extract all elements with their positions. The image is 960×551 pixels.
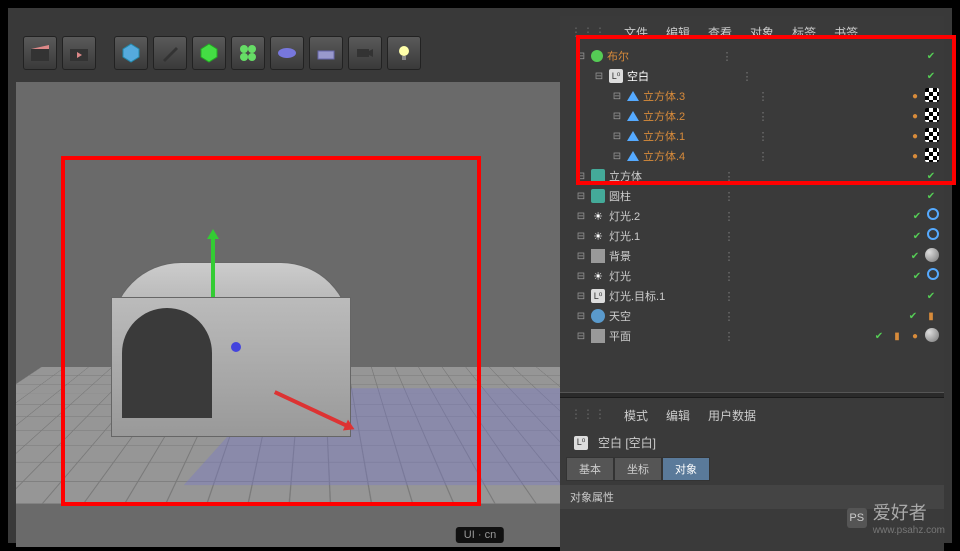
watermark-url: www.psahz.com [873,525,945,536]
tree-label: 布尔 [607,48,717,64]
panel-menubar: ⋮⋮⋮ 文件 编辑 查看 对象 标签 书签 [570,21,934,43]
tree-label: 天空 [609,308,719,324]
visibility-dots[interactable]: ⋮ [719,310,739,323]
tree-row[interactable]: ⊟立方体.1⋮● [565,126,939,146]
visibility-dots[interactable]: ⋮ [737,70,757,83]
tree-row[interactable]: ⊟☀灯光.2⋮✔ [565,206,939,226]
z-axis-gizmo[interactable] [231,342,241,352]
watermark: PS 爱好者 www.psahz.com [847,499,945,536]
tree-label: 灯光.2 [609,208,719,224]
visibility-dots[interactable]: ⋮ [719,190,739,203]
tree-label: 立方体.2 [643,108,753,124]
tree-label: 灯光.1 [609,228,719,244]
tree-row[interactable]: ⊟☀灯光⋮✔ [565,266,939,286]
tree-label: 立方体.3 [643,88,753,104]
tree-row[interactable]: ⊟L⁰空白⋮✔ [565,66,939,86]
attr-title: L⁰ 空白 [空白] [560,430,944,455]
floor-tool-icon[interactable] [309,36,343,70]
camera-tool-icon[interactable] [348,36,382,70]
tree-row[interactable]: ⊟圆柱⋮✔ [565,186,939,206]
tree-row[interactable]: ⊟立方体⋮✔ [565,166,939,186]
tree-row[interactable]: ⊟立方体.3⋮● [565,86,939,106]
visibility-dots[interactable]: ⋮ [719,230,739,243]
main-toolbar [23,36,421,70]
nurbs-tool-icon[interactable] [192,36,226,70]
visibility-dots[interactable]: ⋮ [753,110,773,123]
tree-row[interactable]: ⊟立方体.4⋮● [565,146,939,166]
menu-edit[interactable]: 编辑 [666,24,690,41]
watermark-text: 爱好者 [873,499,945,525]
tree-label: 立方体 [609,168,719,184]
visibility-dots[interactable]: ⋮ [719,170,739,183]
tab-coord[interactable]: 坐标 [614,457,662,481]
tree-row[interactable]: ⊟平面⋮✔▮● [565,326,939,346]
visibility-dots[interactable]: ⋮ [719,250,739,263]
tree-label: 圆柱 [609,188,719,204]
menu-bookmark[interactable]: 书签 [834,24,858,41]
attr-mode[interactable]: 模式 [624,407,648,424]
tree-row[interactable]: ⊟☀灯光.1⋮✔ [565,226,939,246]
deformer-tool-icon[interactable] [270,36,304,70]
visibility-dots[interactable]: ⋮ [753,150,773,163]
menu-object[interactable]: 对象 [750,24,774,41]
attr-edit[interactable]: 编辑 [666,407,690,424]
tree-row[interactable]: ⊟天空⋮✔▮ [565,306,939,326]
tree-label: 立方体.1 [643,128,753,144]
tree-label: 空白 [627,68,737,84]
cube-tool-icon[interactable] [114,36,148,70]
tree-row[interactable]: ⊟L⁰灯光.目标.1⋮✔ [565,286,939,306]
menu-file[interactable]: 文件 [624,24,648,41]
visibility-dots[interactable]: ⋮ [719,210,739,223]
tree-label: 灯光.目标.1 [609,288,719,304]
tree-label: 平面 [609,328,719,344]
ps-logo-icon: PS [847,508,867,528]
ui-cn-badge: UI · cn [456,527,504,543]
visibility-dots[interactable]: ⋮ [753,90,773,103]
menu-tag[interactable]: 标签 [792,24,816,41]
attr-menubar: ⋮⋮⋮ 模式 编辑 用户数据 [560,401,944,430]
light-tool-icon[interactable] [387,36,421,70]
pen-tool-icon[interactable] [153,36,187,70]
attr-tabs: 基本 坐标 对象 [560,455,944,483]
tree-row[interactable]: ⊟布尔⋮✔ [565,46,939,66]
tree-label: 灯光 [609,268,719,284]
array-tool-icon[interactable] [231,36,265,70]
tree-label: 立方体.4 [643,148,753,164]
tree-label: 背景 [609,248,719,264]
y-axis-gizmo[interactable] [211,237,215,297]
3d-viewport[interactable] [16,82,576,547]
object-tree[interactable]: ⊟布尔⋮✔⊟L⁰空白⋮✔⊟立方体.3⋮●⊟立方体.2⋮●⊟立方体.1⋮●⊟立方体… [565,46,939,346]
attr-title-text: 空白 [空白] [598,434,656,451]
visibility-dots[interactable]: ⋮ [719,290,739,303]
panel-divider[interactable] [560,392,944,398]
visibility-dots[interactable]: ⋮ [719,270,739,283]
clapper-icon[interactable] [23,36,57,70]
attr-userdata[interactable]: 用户数据 [708,407,756,424]
visibility-dots[interactable]: ⋮ [717,50,737,63]
tab-basic[interactable]: 基本 [566,457,614,481]
clapper-play-icon[interactable] [62,36,96,70]
object-manager-panel: ⋮⋮⋮ 文件 编辑 查看 对象 标签 书签 ⊟布尔⋮✔⊟L⁰空白⋮✔⊟立方体.3… [560,16,944,551]
app-frame: ⋮⋮⋮ 文件 编辑 查看 对象 标签 书签 ⊟布尔⋮✔⊟L⁰空白⋮✔⊟立方体.3… [8,8,952,543]
tree-row[interactable]: ⊟立方体.2⋮● [565,106,939,126]
visibility-dots[interactable]: ⋮ [719,330,739,343]
tab-object[interactable]: 对象 [662,457,710,481]
menu-view[interactable]: 查看 [708,24,732,41]
visibility-dots[interactable]: ⋮ [753,130,773,143]
tree-row[interactable]: ⊟背景⋮✔ [565,246,939,266]
